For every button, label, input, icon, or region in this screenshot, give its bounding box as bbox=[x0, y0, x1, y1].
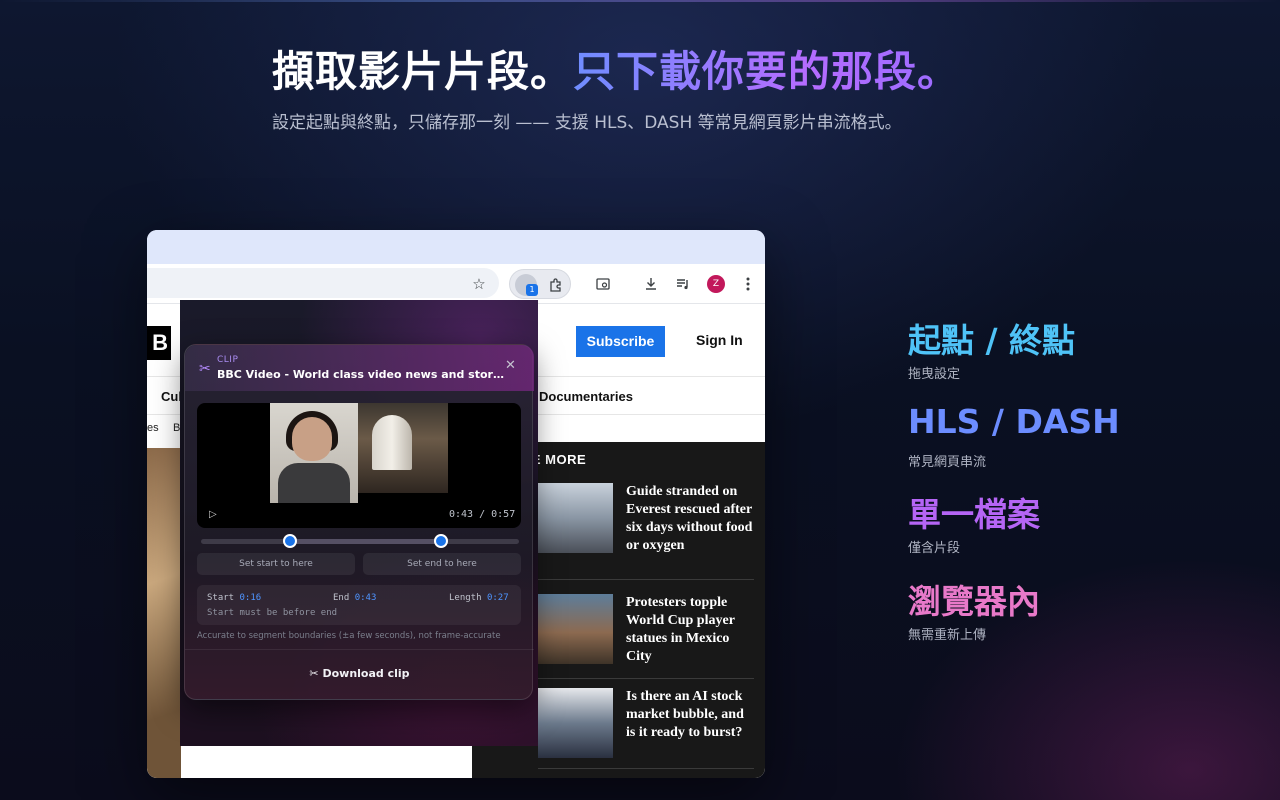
video-figure-body bbox=[278, 463, 350, 503]
end-handle[interactable] bbox=[433, 534, 448, 548]
headline-part-1: 擷取影片片段。 bbox=[272, 47, 574, 96]
start-info: Start 0:16 bbox=[207, 593, 261, 603]
clip-info-box: Start 0:16 End 0:43 Length 0:27 Start mu… bbox=[197, 585, 521, 625]
feature-desc-single-file: 僅含片段 bbox=[908, 541, 961, 556]
download-clip-button[interactable]: ✂ Download clip bbox=[185, 667, 534, 680]
story-divider bbox=[538, 678, 754, 679]
extension-side-panel: ✂ CLIP BBC Video - World class video new… bbox=[180, 300, 538, 746]
browser-window: ☆ 1 Z B Subscribe Sign In Cul Documentar… bbox=[147, 230, 765, 778]
story-title[interactable]: Protesters topple World Cup player statu… bbox=[626, 594, 756, 666]
clip-range-slider[interactable] bbox=[201, 534, 519, 548]
length-info: Length 0:27 bbox=[449, 593, 509, 603]
story-thumbnail bbox=[538, 688, 613, 758]
feature-title-hls-dash: HLS / DASH bbox=[908, 402, 1120, 441]
story-title[interactable]: Is there an AI stock market bubble, and … bbox=[626, 688, 756, 742]
media-control-icon[interactable] bbox=[671, 272, 695, 296]
story-title[interactable]: Guide stranded on Everest rescued after … bbox=[626, 483, 756, 555]
length-value: 0:27 bbox=[486, 593, 509, 603]
puzzle-icon[interactable] bbox=[544, 273, 568, 297]
validation-message: Start must be before end bbox=[207, 608, 338, 618]
scissors-icon: ✂ bbox=[199, 361, 211, 377]
sign-in-link[interactable]: Sign In bbox=[696, 332, 743, 348]
headline-part-2: 只下載你要的那段。 bbox=[573, 47, 961, 96]
set-start-button[interactable]: Set start to here bbox=[197, 553, 355, 575]
clip-card: ✂ CLIP BBC Video - World class video new… bbox=[184, 344, 534, 700]
set-end-button[interactable]: Set end to here bbox=[363, 553, 521, 575]
subscribe-button[interactable]: Subscribe bbox=[576, 326, 665, 357]
story-thumbnail bbox=[538, 594, 613, 664]
subnav-item[interactable]: es bbox=[147, 422, 159, 434]
start-label: Start bbox=[207, 593, 235, 603]
tab-search-icon[interactable] bbox=[591, 272, 615, 296]
profile-avatar[interactable]: Z bbox=[707, 275, 725, 293]
feature-desc-hls-dash: 常見網頁串流 bbox=[908, 455, 987, 470]
video-frame-speaker bbox=[270, 403, 358, 503]
clip-video-title: BBC Video - World class video news and s… bbox=[217, 368, 507, 381]
extension-badge: 1 bbox=[526, 284, 538, 296]
scissors-icon: ✂ bbox=[309, 667, 319, 680]
end-label: End bbox=[333, 593, 350, 603]
feature-desc-in-browser: 無需重新上傳 bbox=[908, 628, 987, 643]
bookmark-star-icon[interactable]: ☆ bbox=[467, 272, 491, 296]
top-accent-line bbox=[0, 0, 1280, 2]
feature-desc-start-end: 拖曳設定 bbox=[908, 367, 961, 382]
length-label: Length bbox=[449, 593, 482, 603]
close-icon[interactable]: ✕ bbox=[505, 358, 516, 373]
nav-item-documentaries[interactable]: Documentaries bbox=[539, 389, 633, 404]
nav-item-culture[interactable]: Cul bbox=[161, 389, 182, 404]
video-time: 0:43 / 0:57 bbox=[449, 509, 516, 520]
menu-kebab-icon[interactable] bbox=[736, 272, 760, 296]
card-divider bbox=[185, 649, 534, 650]
hero-image bbox=[147, 448, 181, 778]
video-figure-face bbox=[292, 417, 332, 461]
end-info: End 0:43 bbox=[333, 593, 376, 603]
clip-extension-button[interactable]: 1 bbox=[509, 269, 571, 299]
subtitle: 設定起點與終點，只儲存那一刻 —— 支援 HLS、DASH 等常見網頁影片串流格… bbox=[272, 113, 902, 133]
story-thumbnail bbox=[538, 483, 613, 553]
accuracy-note: Accurate to segment boundaries (±a few s… bbox=[197, 631, 501, 641]
story-divider bbox=[538, 579, 754, 580]
video-preview[interactable]: ▷ 0:43 / 0:57 bbox=[197, 403, 521, 528]
start-value: 0:16 bbox=[239, 593, 262, 603]
tab-strip bbox=[147, 230, 765, 264]
feature-title-single-file: 單一檔案 bbox=[908, 495, 1040, 534]
end-value: 0:43 bbox=[354, 593, 377, 603]
browser-toolbar: ☆ 1 Z bbox=[147, 264, 765, 304]
selected-range bbox=[290, 539, 441, 544]
headline: 擷取影片片段。只下載你要的那段。 bbox=[272, 38, 960, 99]
feature-title-start-end: 起點 / 終點 bbox=[908, 321, 1076, 360]
download-icon[interactable] bbox=[639, 272, 663, 296]
clip-label: CLIP bbox=[217, 355, 239, 365]
play-icon[interactable]: ▷ bbox=[209, 509, 217, 520]
start-handle[interactable] bbox=[283, 534, 298, 548]
story-divider bbox=[538, 768, 754, 769]
address-bar[interactable] bbox=[147, 268, 499, 298]
bbc-logo[interactable]: B bbox=[147, 326, 171, 360]
video-scene-silo bbox=[372, 415, 412, 470]
feature-title-in-browser: 瀏覽器內 bbox=[908, 582, 1040, 621]
video-frame-scene bbox=[358, 403, 448, 493]
download-clip-label: Download clip bbox=[322, 667, 410, 680]
